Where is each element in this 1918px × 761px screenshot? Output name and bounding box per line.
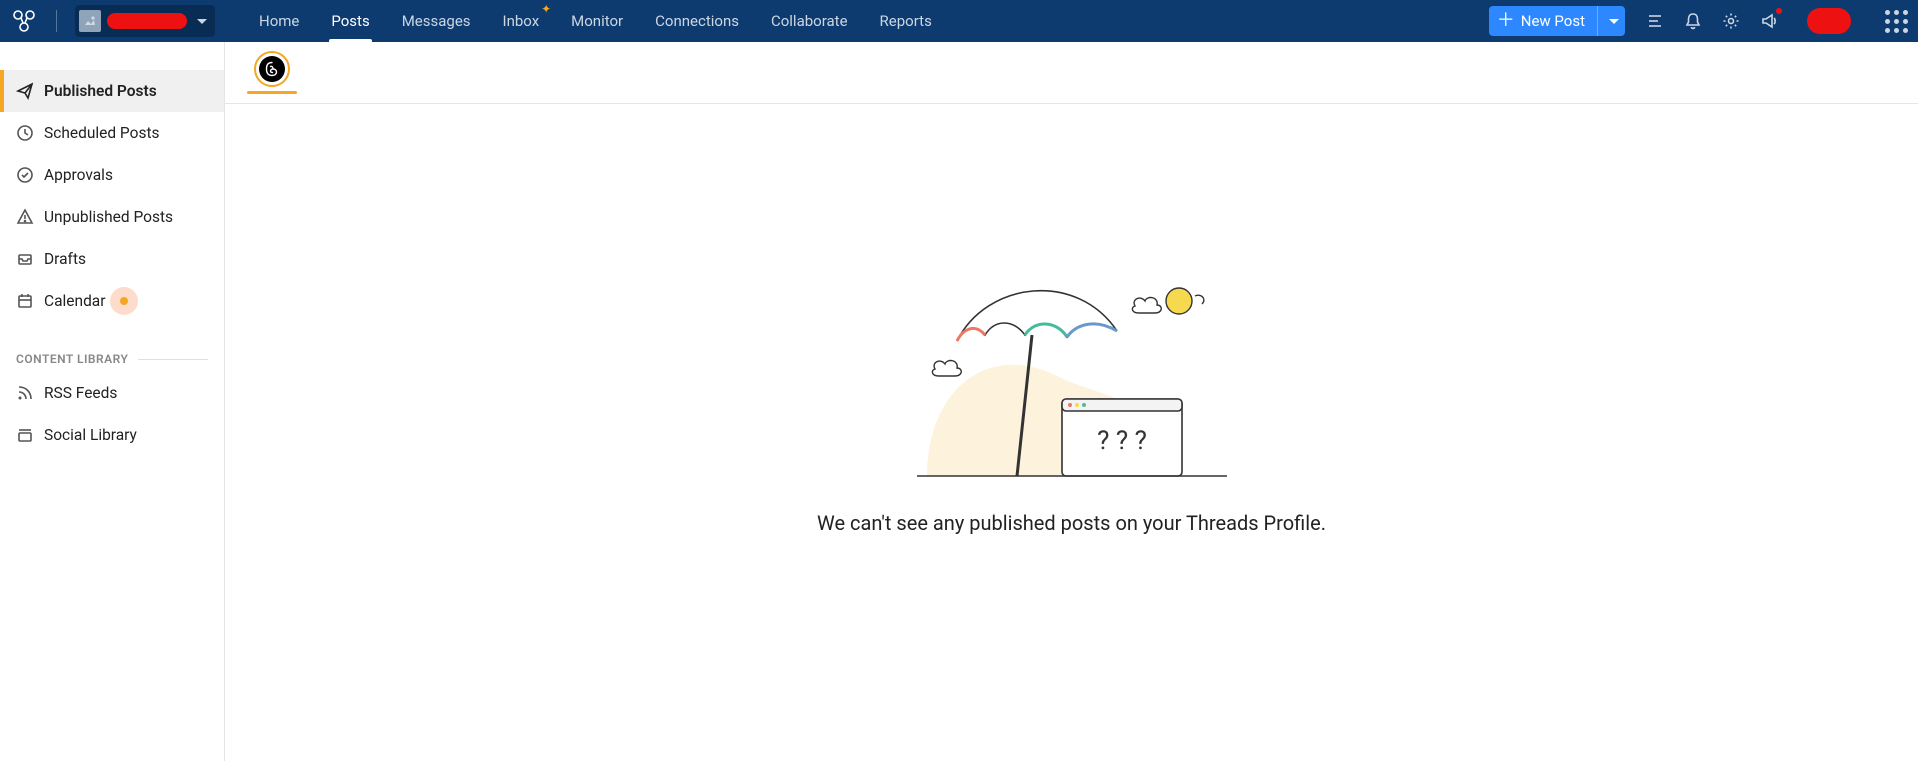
bell-icon[interactable] bbox=[1683, 11, 1703, 31]
sidebar-label: Calendar bbox=[44, 292, 106, 310]
sidebar-label: Social Library bbox=[44, 426, 137, 444]
sidebar-item-unpublished[interactable]: Unpublished Posts bbox=[0, 196, 224, 238]
empty-state-illustration: ? ? ? bbox=[917, 271, 1227, 481]
sidebar-item-drafts[interactable]: Drafts bbox=[0, 238, 224, 280]
sidebar-label: Drafts bbox=[44, 250, 86, 268]
nav-monitor-label: Monitor bbox=[571, 12, 623, 30]
nav-posts-label: Posts bbox=[331, 12, 369, 30]
nav-collaborate[interactable]: Collaborate bbox=[755, 0, 864, 42]
nav-home[interactable]: Home bbox=[243, 0, 315, 42]
nav-collaborate-label: Collaborate bbox=[771, 12, 848, 30]
logo-area bbox=[10, 5, 215, 37]
apps-grid-icon[interactable] bbox=[1885, 10, 1908, 33]
calendar-new-indicator bbox=[110, 287, 138, 315]
channel-ring bbox=[254, 51, 290, 87]
notification-dot bbox=[1776, 8, 1782, 14]
activity-icon[interactable] bbox=[1645, 11, 1665, 31]
check-circle-icon bbox=[16, 166, 34, 184]
primary-nav: Home Posts Messages Inbox ✦ Monitor Conn… bbox=[243, 0, 948, 42]
sidebar-section-header: CONTENT LIBRARY bbox=[0, 352, 224, 366]
channel-active-underline bbox=[247, 91, 297, 94]
nav-monitor[interactable]: Monitor bbox=[555, 0, 639, 42]
nav-messages-label: Messages bbox=[402, 12, 471, 30]
new-post-button[interactable]: ＋ New Post bbox=[1489, 6, 1625, 36]
warning-icon bbox=[16, 208, 34, 226]
tray-icon bbox=[16, 250, 34, 268]
brand-thumbnail bbox=[79, 10, 101, 32]
svg-text:? ? ?: ? ? ? bbox=[1097, 426, 1147, 456]
plus-icon: ＋ bbox=[1497, 12, 1515, 30]
sidebar-label: RSS Feeds bbox=[44, 384, 117, 402]
sidebar-item-approvals[interactable]: Approvals bbox=[0, 154, 224, 196]
empty-state: ? ? ? We can't see any published posts o… bbox=[225, 104, 1918, 761]
sidebar-section-label: CONTENT LIBRARY bbox=[16, 352, 128, 366]
top-navigation-bar: Home Posts Messages Inbox ✦ Monitor Conn… bbox=[0, 0, 1918, 42]
nav-connections[interactable]: Connections bbox=[639, 0, 755, 42]
header-divider bbox=[56, 10, 57, 32]
new-post-dropdown-icon[interactable] bbox=[1597, 6, 1625, 36]
nav-home-label: Home bbox=[259, 12, 299, 30]
sparkle-icon: ✦ bbox=[541, 2, 551, 16]
new-post-label: New Post bbox=[1521, 12, 1585, 30]
header-icon-group bbox=[1645, 8, 1908, 34]
channel-tab-threads[interactable] bbox=[247, 51, 297, 94]
nav-reports-label: Reports bbox=[880, 12, 932, 30]
nav-posts[interactable]: Posts bbox=[315, 0, 385, 42]
nav-inbox-label: Inbox bbox=[503, 12, 540, 30]
user-avatar-redacted[interactable] bbox=[1807, 8, 1851, 34]
main-content: ? ? ? We can't see any published posts o… bbox=[225, 42, 1918, 761]
nav-inbox[interactable]: Inbox ✦ bbox=[487, 0, 556, 42]
sidebar-item-calendar[interactable]: Calendar bbox=[0, 280, 224, 322]
sidebar-label: Published Posts bbox=[44, 82, 157, 100]
sidebar-item-rss[interactable]: RSS Feeds bbox=[0, 372, 224, 414]
nav-reports[interactable]: Reports bbox=[864, 0, 948, 42]
paper-plane-icon bbox=[16, 82, 34, 100]
clock-icon bbox=[16, 124, 34, 142]
left-sidebar: Published Posts Scheduled Posts Approval… bbox=[0, 42, 225, 761]
sidebar-label: Scheduled Posts bbox=[44, 124, 160, 142]
nav-messages[interactable]: Messages bbox=[386, 0, 487, 42]
megaphone-icon[interactable] bbox=[1759, 11, 1779, 31]
sidebar-label: Unpublished Posts bbox=[44, 208, 173, 226]
empty-state-message: We can't see any published posts on your… bbox=[817, 511, 1326, 535]
library-icon bbox=[16, 426, 34, 444]
new-post-button-main[interactable]: ＋ New Post bbox=[1489, 12, 1597, 30]
sidebar-item-social-library[interactable]: Social Library bbox=[0, 414, 224, 456]
channel-filter-strip bbox=[225, 42, 1918, 104]
brand-name-redacted bbox=[107, 13, 187, 29]
body-content: Published Posts Scheduled Posts Approval… bbox=[0, 42, 1918, 761]
sidebar-item-scheduled[interactable]: Scheduled Posts bbox=[0, 112, 224, 154]
chevron-down-icon bbox=[197, 19, 207, 24]
app-logo-icon[interactable] bbox=[10, 7, 38, 35]
gear-icon[interactable] bbox=[1721, 11, 1741, 31]
nav-connections-label: Connections bbox=[655, 12, 739, 30]
brand-selector[interactable] bbox=[75, 5, 215, 37]
sidebar-item-published[interactable]: Published Posts bbox=[0, 70, 224, 112]
rss-icon bbox=[16, 384, 34, 402]
calendar-icon bbox=[16, 292, 34, 310]
threads-icon bbox=[259, 56, 285, 82]
sidebar-label: Approvals bbox=[44, 166, 113, 184]
